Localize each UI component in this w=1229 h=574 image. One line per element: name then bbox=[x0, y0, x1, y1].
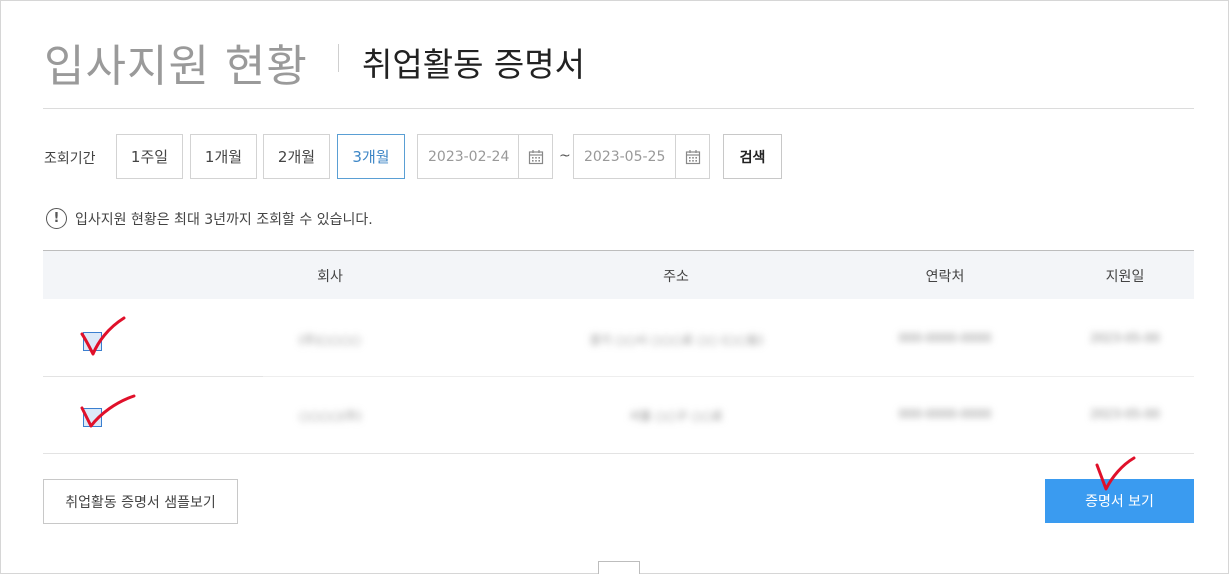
table-bottom-border bbox=[43, 453, 1194, 454]
title-divider bbox=[338, 44, 339, 72]
date-cell: 2023-05-00 bbox=[1090, 407, 1160, 421]
column-header-date: 지원일 bbox=[1105, 269, 1145, 285]
phone-cell: 000-0000-0000 bbox=[898, 407, 992, 421]
row-divider bbox=[43, 376, 263, 377]
row-checkbox[interactable] bbox=[83, 332, 102, 351]
row-checkbox[interactable] bbox=[83, 408, 102, 427]
start-date-field[interactable]: 2023-02-24 bbox=[417, 134, 553, 179]
period-label: 조회기간 bbox=[44, 151, 96, 167]
column-header-phone: 연락처 bbox=[925, 269, 965, 285]
phone-cell: 000-0000-0000 bbox=[898, 331, 992, 345]
company-cell: (주)○○○○ bbox=[298, 333, 362, 347]
company-cell: ○○○○(주) bbox=[298, 409, 362, 423]
end-date-value[interactable]: 2023-05-25 bbox=[574, 135, 675, 178]
column-header-address: 주소 bbox=[663, 269, 689, 285]
view-certificate-button[interactable]: 증명서 보기 bbox=[1045, 479, 1194, 523]
sample-view-button[interactable]: 취업활동 증명서 샘플보기 bbox=[43, 479, 238, 524]
page-subtitle: 취업활동 증명서 bbox=[362, 45, 586, 84]
period-1week-button[interactable]: 1주일 bbox=[116, 134, 183, 179]
end-date-field[interactable]: 2023-05-25 bbox=[573, 134, 710, 179]
date-cell: 2023-05-00 bbox=[1090, 331, 1160, 345]
page-title: 입사지원 현황 bbox=[44, 41, 308, 92]
title-underline bbox=[43, 108, 1194, 109]
calendar-icon[interactable] bbox=[675, 135, 709, 178]
notice: ! 입사지원 현황은 최대 3년까지 조회할 수 있습니다. bbox=[46, 208, 373, 229]
notice-text: 입사지원 현황은 최대 3년까지 조회할 수 있습니다. bbox=[75, 211, 373, 228]
search-button[interactable]: 검색 bbox=[723, 134, 782, 179]
address-cell: 서울 ○○구 ○○로 bbox=[629, 409, 723, 423]
address-cell: 경기 ○○시 ○○○로 ○○ (○○동) bbox=[588, 333, 764, 347]
calendar-icon[interactable] bbox=[518, 135, 552, 178]
period-3month-button[interactable]: 3개월 bbox=[337, 134, 405, 179]
period-2month-button[interactable]: 2개월 bbox=[263, 134, 330, 179]
column-header-company: 회사 bbox=[317, 269, 343, 285]
row-divider bbox=[263, 376, 1194, 377]
date-range-separator: ~ bbox=[559, 148, 571, 164]
pagination-box[interactable] bbox=[598, 561, 640, 574]
start-date-value[interactable]: 2023-02-24 bbox=[418, 135, 518, 178]
period-1month-button[interactable]: 1개월 bbox=[190, 134, 257, 179]
info-icon: ! bbox=[46, 208, 67, 229]
table-header bbox=[43, 251, 1194, 299]
